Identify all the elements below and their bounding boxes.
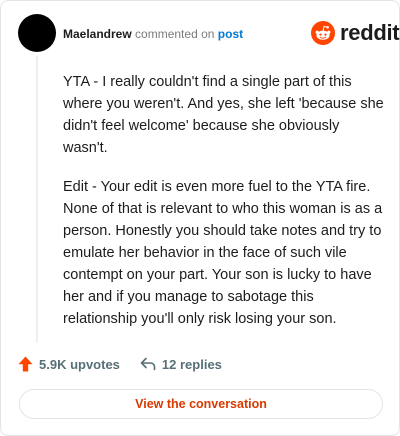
reply-arrow-icon <box>140 357 156 371</box>
avatar[interactable] <box>18 14 56 52</box>
upvote-arrow-icon <box>18 356 33 372</box>
upvote-button[interactable]: 5.9K upvotes <box>18 356 120 372</box>
embedded-comment-card: Maelandrew commented on post reddit YTA … <box>0 0 400 436</box>
post-link[interactable]: post <box>218 27 243 41</box>
view-conversation-button[interactable]: View the conversation <box>19 389 383 419</box>
comment-actions: 5.9K upvotes 12 replies <box>18 353 222 375</box>
username[interactable]: Maelandrew <box>63 27 132 41</box>
thread-line <box>36 56 38 343</box>
comment-header: Maelandrew commented on post <box>63 26 243 42</box>
replies-button[interactable]: 12 replies <box>140 357 222 372</box>
reddit-logo[interactable]: reddit <box>311 20 400 46</box>
comment-body: YTA - I really couldn't find a single pa… <box>63 71 385 347</box>
reddit-snoo-icon <box>311 21 335 45</box>
brand-wordmark: reddit <box>340 20 400 45</box>
upvote-count: 5.9K upvotes <box>39 356 120 372</box>
comment-paragraph: YTA - I really couldn't find a single pa… <box>63 74 384 156</box>
reply-count: 12 replies <box>161 356 222 372</box>
comment-paragraph: Edit - Your edit is even more fuel to th… <box>63 179 383 327</box>
action-text: commented on <box>135 27 215 41</box>
